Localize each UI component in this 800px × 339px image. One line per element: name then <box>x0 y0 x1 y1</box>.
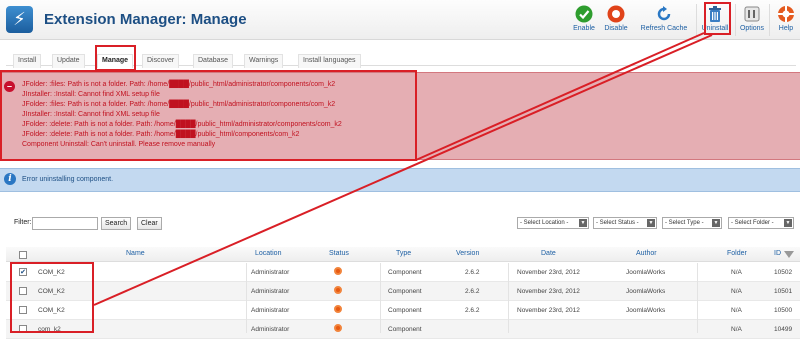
column-divider <box>697 263 698 333</box>
sort-desc-icon[interactable] <box>784 251 794 259</box>
author-cell: JoomlaWorks <box>626 288 666 295</box>
type-cell: Component <box>388 307 422 314</box>
annotation-box-uninstall <box>704 2 731 35</box>
author-cell: JoomlaWorks <box>626 269 666 276</box>
select-type-dropdown[interactable]: - Select Type - ▼ <box>662 217 722 229</box>
help-icon <box>778 6 794 22</box>
page-title: Extension Manager: Manage <box>44 11 247 28</box>
status-toggle-icon[interactable] <box>334 267 342 275</box>
chevron-down-icon: ▼ <box>784 219 792 227</box>
status-toggle-icon[interactable] <box>334 324 342 332</box>
column-divider <box>246 263 247 333</box>
tab-discover[interactable]: Discover <box>142 54 180 68</box>
column-divider <box>380 263 381 333</box>
column-header-id[interactable]: ID <box>774 250 781 257</box>
folder-cell: N/A <box>731 326 742 333</box>
id-cell: 10502 <box>774 269 793 276</box>
info-icon: i <box>4 173 16 185</box>
toolbar-separator <box>769 4 770 36</box>
type-cell: Component <box>388 326 422 333</box>
date-cell: November 23rd, 2012 <box>517 288 580 295</box>
location-cell: Administrator <box>251 307 290 314</box>
select-folder-dropdown[interactable]: - Select Folder - ▼ <box>728 217 794 229</box>
options-button[interactable]: Options <box>738 5 766 37</box>
tab-database[interactable]: Database <box>193 54 233 68</box>
search-button[interactable]: Search <box>101 217 132 230</box>
chevron-down-icon: ▼ <box>579 219 587 227</box>
location-cell: Administrator <box>251 326 290 333</box>
enable-button[interactable]: Enable <box>569 5 599 37</box>
select-location-dropdown[interactable]: - Select Location - ▼ <box>517 217 589 229</box>
id-cell: 10499 <box>774 326 793 333</box>
folder-cell: N/A <box>731 269 742 276</box>
clear-button[interactable]: Clear <box>137 217 162 230</box>
joomla-logo-icon: ⚡ <box>6 6 33 33</box>
chevron-down-icon: ▼ <box>647 219 655 227</box>
column-divider <box>508 263 509 333</box>
annotation-box-manage-tab <box>95 45 136 71</box>
author-cell: JoomlaWorks <box>626 307 666 314</box>
column-header-status[interactable]: Status <box>329 250 349 257</box>
info-message: Error uninstalling component. <box>22 176 114 183</box>
column-header-date[interactable]: Date <box>541 250 556 257</box>
select-status-dropdown[interactable]: - Select Status - ▼ <box>593 217 657 229</box>
status-toggle-icon[interactable] <box>334 286 342 294</box>
column-header-author[interactable]: Author <box>636 250 657 257</box>
date-cell: November 23rd, 2012 <box>517 307 580 314</box>
toolbar-separator <box>735 4 736 36</box>
filter-label: Filter: <box>14 219 32 226</box>
folder-cell: N/A <box>731 307 742 314</box>
date-cell: November 23rd, 2012 <box>517 269 580 276</box>
version-cell: 2.6.2 <box>465 269 480 276</box>
options-icon <box>744 6 760 22</box>
tab-install[interactable]: Install <box>13 54 42 68</box>
tab-install-languages[interactable]: Install languages <box>298 54 361 68</box>
status-toggle-icon[interactable] <box>334 305 342 313</box>
column-header-name[interactable]: Name <box>126 250 145 257</box>
id-cell: 10501 <box>774 288 793 295</box>
help-button[interactable]: Help <box>774 5 798 37</box>
version-cell: 2.6.2 <box>465 288 480 295</box>
tab-update[interactable]: Update <box>52 54 85 68</box>
column-header-folder[interactable]: Folder <box>727 250 747 257</box>
info-message-bar <box>0 168 800 192</box>
column-header-location[interactable]: Location <box>255 250 281 257</box>
stop-icon <box>607 5 625 23</box>
toolbar-separator <box>696 4 697 36</box>
location-cell: Administrator <box>251 269 290 276</box>
column-header-version[interactable]: Version <box>456 250 479 257</box>
refresh-icon <box>657 6 671 21</box>
disable-button[interactable]: Disable <box>601 5 631 37</box>
location-cell: Administrator <box>251 288 290 295</box>
folder-cell: N/A <box>731 288 742 295</box>
column-header-type[interactable]: Type <box>396 250 411 257</box>
annotation-box-rows <box>10 262 94 333</box>
type-cell: Component <box>388 288 422 295</box>
filter-input[interactable] <box>32 217 98 230</box>
id-cell: 10500 <box>774 307 793 314</box>
chevron-down-icon: ▼ <box>712 219 720 227</box>
annotation-box-errors <box>0 70 417 161</box>
type-cell: Component <box>388 269 422 276</box>
check-icon <box>575 5 593 23</box>
select-all-checkbox[interactable] <box>19 251 27 259</box>
version-cell: 2.6.2 <box>465 307 480 314</box>
tab-warnings[interactable]: Warnings <box>244 54 284 68</box>
refresh-cache-button[interactable]: Refresh Cache <box>638 5 690 37</box>
